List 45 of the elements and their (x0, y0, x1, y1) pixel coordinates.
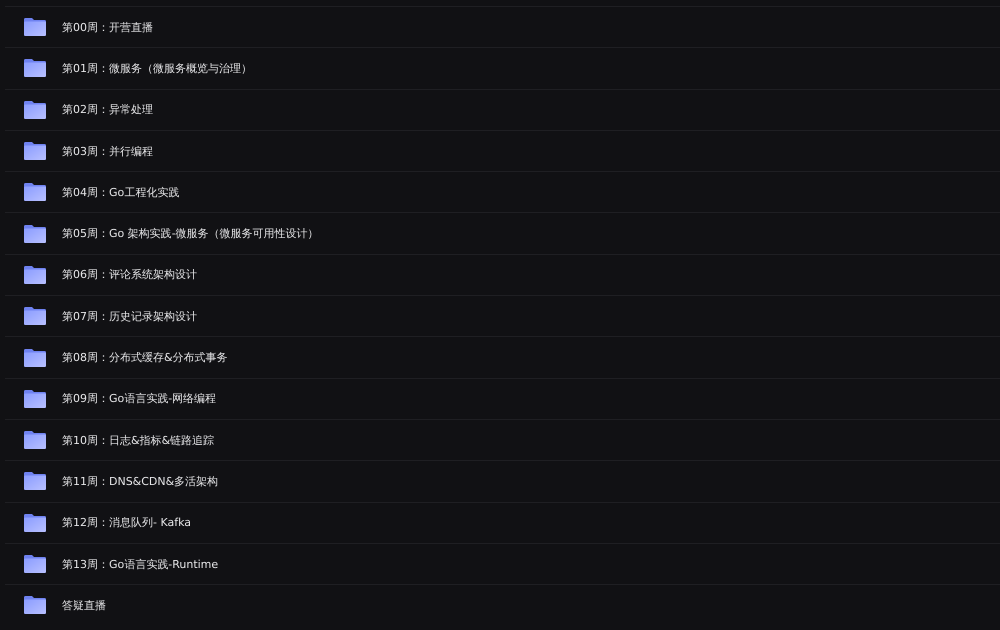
folder-icon (24, 431, 46, 450)
folder-name: 第04周：Go工程化实践 (62, 184, 180, 200)
folder-icon (24, 596, 46, 614)
folder-icon (24, 266, 46, 284)
folder-name: 第09周：Go语言实践-网络编程 (62, 391, 216, 406)
folder-row[interactable]: 第10周：日志&指标&链路追踪 (5, 418, 1000, 460)
folder-name: 第00周：开营直播 (62, 20, 153, 35)
folder-name: 第03周：并行编程 (62, 144, 153, 159)
folder-row[interactable]: 第07周：历史记录架构设计 (5, 295, 1000, 336)
folder-name: 第06周：评论系统架构设计 (62, 267, 197, 282)
folder-icon (24, 390, 46, 408)
folder-row[interactable]: 第02周：异常处理 (5, 88, 1000, 130)
folder-row[interactable]: 第03周：并行编程 (5, 130, 1000, 172)
folder-icon (24, 555, 46, 573)
folder-name: 第07周：历史记录架构设计 (62, 308, 197, 324)
folder-row[interactable]: 第01周：微服务（微服务概览与治理） (5, 47, 1000, 89)
folder-row[interactable]: 第12周：消息队列- Kafka (5, 502, 1000, 543)
folder-name: 第13周：Go语言实践-Runtime (62, 556, 218, 572)
folder-name: 第02周：异常处理 (62, 102, 153, 118)
folder-icon (24, 59, 46, 78)
folder-name: 答疑直播 (62, 598, 106, 613)
folder-icon (24, 348, 46, 367)
folder-row[interactable]: 第13周：Go语言实践-Runtime (5, 542, 1000, 584)
folder-icon (24, 224, 46, 243)
folder-name: 第12周：消息队列- Kafka (62, 515, 192, 530)
folder-name: 第10周：日志&指标&链路追踪 (62, 432, 214, 448)
folder-icon (24, 514, 46, 532)
folder-row[interactable]: 第09周：Go语言实践-网络编程 (5, 378, 1000, 419)
folder-name: 第01周：微服务（微服务概览与治理） (62, 60, 252, 76)
folder-icon (24, 472, 46, 490)
folder-icon (24, 100, 46, 119)
folder-row[interactable]: 第11周：DNS&CDN&多活架构 (5, 460, 1000, 502)
folder-icon (24, 18, 46, 36)
folder-icon (24, 142, 46, 160)
folder-row[interactable]: 第05周：Go 架构实践-微服务（微服务可用性设计） (5, 212, 1000, 254)
folder-name: 第05周：Go 架构实践-微服务（微服务可用性设计） (62, 226, 319, 242)
folder-row[interactable]: 答疑直播 (5, 584, 1000, 626)
folder-name: 第08周：分布式缓存&分布式事务 (62, 350, 228, 366)
folder-row[interactable]: 第00周：开营直播 (5, 6, 1000, 48)
folder-row[interactable]: 第08周：分布式缓存&分布式事务 (5, 336, 1000, 378)
folder-name: 第11周：DNS&CDN&多活架构 (62, 474, 218, 489)
folder-row[interactable]: 第06周：评论系统架构设计 (5, 254, 1000, 296)
folder-icon (24, 183, 46, 202)
folder-icon (24, 307, 46, 326)
folder-row[interactable]: 第04周：Go工程化实践 (5, 171, 1000, 212)
